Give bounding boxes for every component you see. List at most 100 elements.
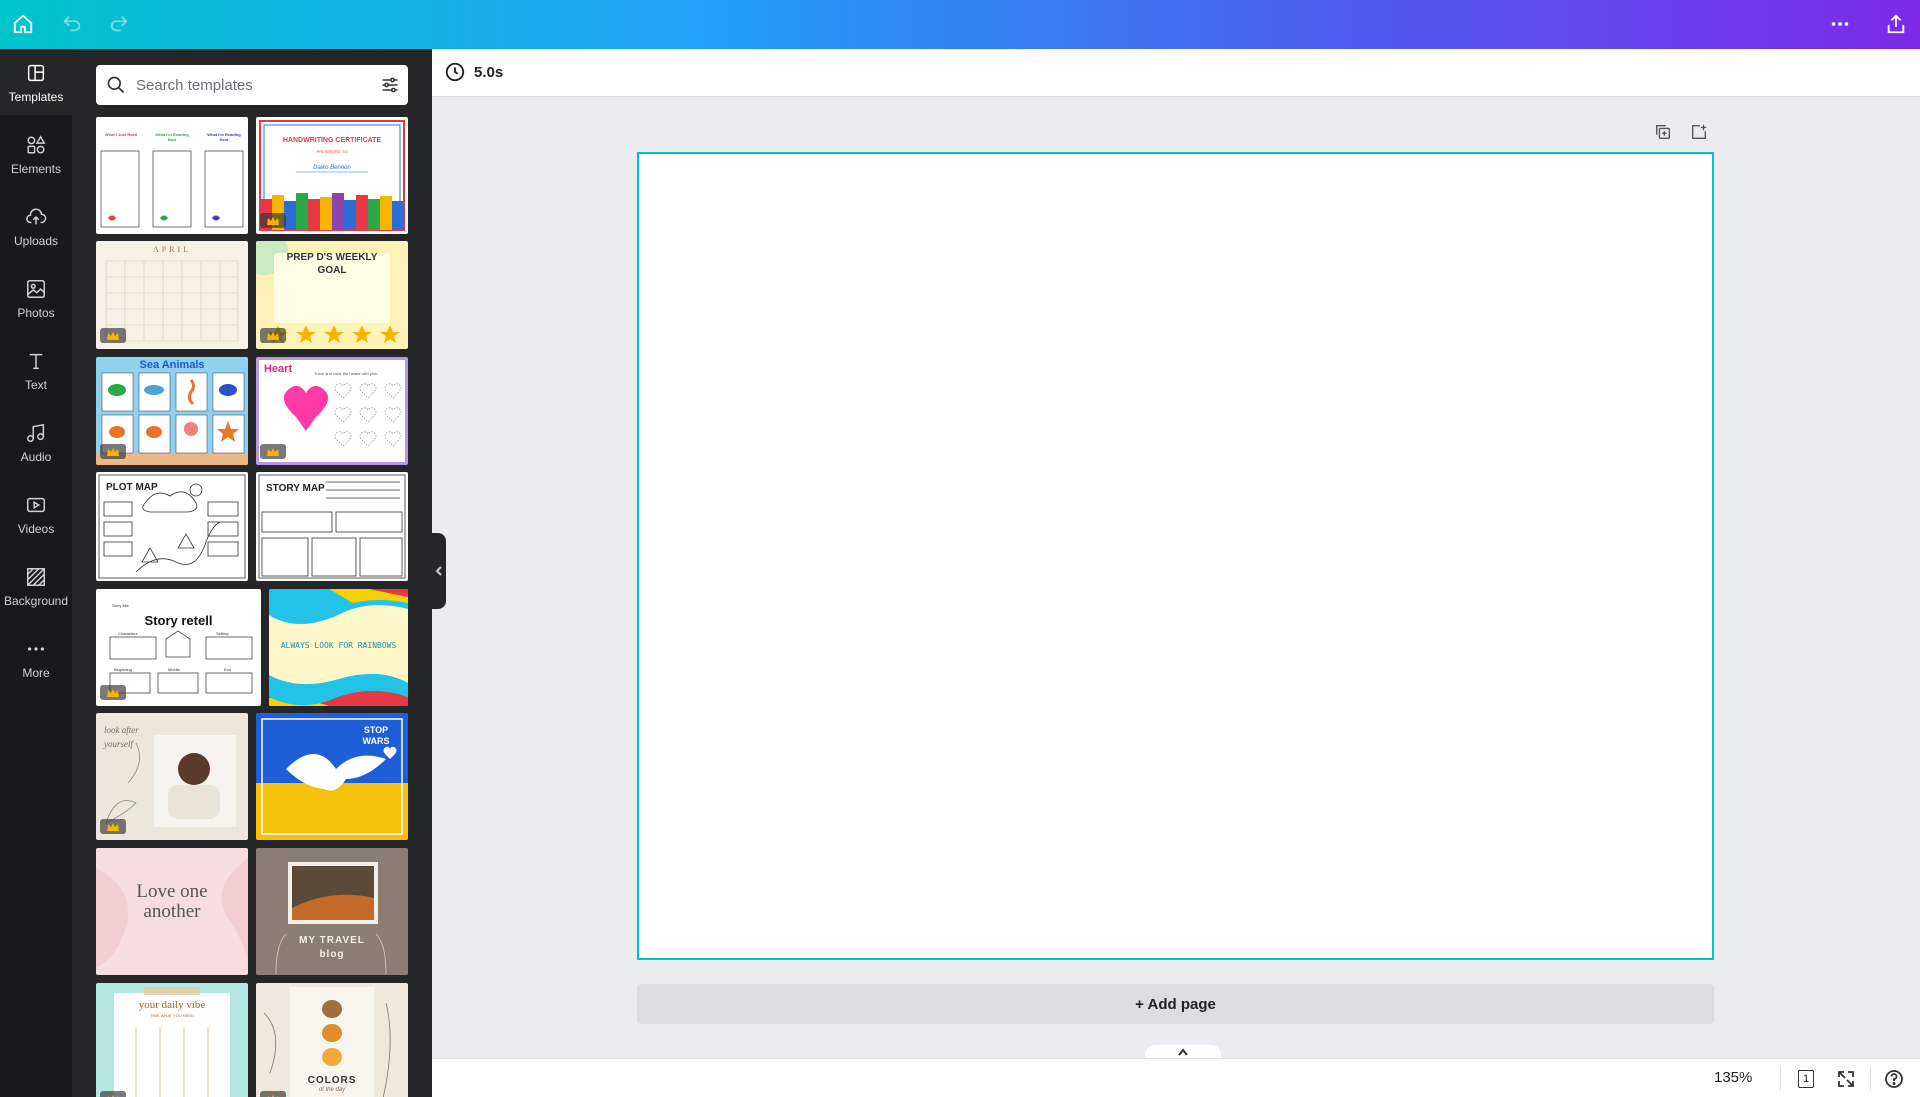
page-tools-add: [1690, 123, 1710, 143]
videos-icon: [27, 497, 45, 513]
template-daily-vibe[interactable]: your daily vibe TIME WHAT YOU NEED: [96, 983, 248, 1097]
template-title: Story retell: [144, 613, 213, 628]
share-icon[interactable]: [1884, 12, 1908, 36]
rail-item-background[interactable]: Background: [0, 555, 72, 619]
elements-icon: [27, 135, 46, 154]
rail-item-label: Audio: [20, 450, 52, 464]
template-subtitle: TIME WHAT YOU NEED: [149, 1013, 194, 1018]
bottom-bar: 135% 1: [432, 1058, 1920, 1097]
rail-item-videos[interactable]: Videos: [0, 483, 72, 547]
rail-item-photos[interactable]: Photos: [0, 267, 72, 331]
search-box: [96, 65, 408, 105]
divider: [1780, 1067, 1781, 1091]
rail-item-label: Elements: [10, 162, 62, 176]
template-title: ALWAYS LOOK FOR RAINBOWS: [280, 641, 397, 650]
templates-icon: [27, 64, 45, 82]
template-weekly-goal[interactable]: PREP D'S WEEKLY GOAL: [256, 241, 408, 349]
template-love-one-another[interactable]: Love one another: [96, 848, 248, 975]
undo-icon[interactable]: [60, 12, 84, 36]
page-count-button[interactable]: 1: [1794, 1067, 1818, 1091]
audio-icon: [27, 423, 45, 442]
page-count: 1: [1798, 1070, 1814, 1088]
photos-icon: [27, 280, 45, 298]
template-handwriting-certificate[interactable]: HANDWRITING CERTIFICATE PRESENTED TO Dai…: [256, 117, 408, 234]
template-title: APRIL: [152, 245, 192, 254]
zoom-level[interactable]: 135%: [1714, 1069, 1752, 1086]
add-page-icon[interactable]: [1690, 123, 1710, 143]
premium-crown-icon: [100, 685, 126, 700]
add-page-button[interactable]: + Add page: [637, 984, 1714, 1024]
rail-item-more[interactable]: More: [0, 627, 72, 691]
premium-crown-icon: [100, 444, 126, 459]
editor-toolbar: 5.0s: [432, 49, 1920, 97]
template-story-map[interactable]: STORY MAP: [256, 472, 408, 581]
rail-item-text[interactable]: Text: [0, 339, 72, 403]
template-subtitle: Trace and color the hearts with pink.: [314, 371, 379, 376]
rail-item-audio[interactable]: Audio: [0, 411, 72, 475]
template-always-look-for-rainbows[interactable]: ALWAYS LOOK FOR RAINBOWS: [269, 589, 408, 706]
template-story-retell[interactable]: Story title Story retell Characters Sett…: [96, 589, 261, 706]
template-my-travel-blog[interactable]: MY TRAVEL blog: [256, 848, 408, 975]
fullscreen-icon[interactable]: [1834, 1067, 1858, 1091]
top-bar: [0, 0, 1920, 49]
premium-crown-icon: [260, 444, 286, 459]
template-sea-animals[interactable]: Sea Animals: [96, 357, 248, 465]
template-title: look after yourself: [104, 725, 139, 749]
duration-label: 5.0s: [474, 63, 504, 81]
left-rail: Templates Elements Uploads Photos Text A…: [0, 49, 72, 1097]
more-options-icon[interactable]: [1828, 12, 1852, 36]
template-look-after-yourself[interactable]: look after yourself: [96, 713, 248, 840]
template-stop-wars[interactable]: STOP WARS: [256, 713, 408, 840]
rail-item-label: Videos: [17, 522, 55, 536]
rail-item-uploads[interactable]: Uploads: [0, 195, 72, 259]
template-title: Love one another: [136, 881, 208, 922]
background-icon: [27, 568, 45, 586]
template-text: What I'm Reading Next: [207, 132, 241, 142]
duplicate-page-icon[interactable]: [1654, 123, 1674, 143]
search-input[interactable]: [136, 76, 372, 94]
rail-item-label: More: [22, 666, 50, 680]
show-pages-button[interactable]: [1145, 1045, 1221, 1059]
template-heart-tracing[interactable]: Heart Trace and color the hearts with pi…: [256, 357, 408, 465]
template-plot-map[interactable]: PLOT MAP: [96, 472, 248, 581]
page-tools: [1654, 123, 1674, 143]
rail-item-label: Templates: [8, 90, 64, 104]
template-colors-of-the-day[interactable]: COLORS of the day: [256, 983, 408, 1097]
rail-item-elements[interactable]: Elements: [0, 123, 72, 187]
search-icon: [96, 75, 136, 95]
template-title: STOP WARS: [362, 725, 390, 746]
clock-icon: [445, 62, 465, 82]
template-title: HANDWRITING CERTIFICATE: [282, 137, 382, 144]
redo-icon[interactable]: [107, 12, 131, 36]
design-canvas[interactable]: [637, 152, 1714, 960]
template-title: Sea Animals: [139, 359, 205, 371]
rail-item-label: Background: [3, 594, 69, 608]
duration-button[interactable]: 5.0s: [444, 61, 503, 83]
text-icon: [29, 353, 43, 370]
template-name: Daiko Bennon: [313, 165, 351, 171]
template-text: Middle: [168, 667, 180, 672]
template-title: PLOT MAP: [106, 482, 158, 493]
collapse-panel-button[interactable]: [432, 533, 446, 609]
premium-crown-icon: [260, 213, 286, 228]
filter-icon[interactable]: [372, 75, 408, 95]
template-text: Beginning: [114, 667, 132, 672]
template-text: Story title: [112, 603, 129, 608]
template-text: What I'm Reading Now: [155, 132, 189, 142]
template-april-calendar[interactable]: APRIL: [96, 241, 248, 349]
template-text: Characters: [118, 631, 138, 636]
template-title: PREP D'S WEEKLY GOAL: [286, 252, 378, 276]
help-icon[interactable]: [1882, 1067, 1906, 1091]
premium-crown-icon: [100, 1091, 126, 1097]
template-title: STORY MAP: [266, 483, 325, 494]
templates-panel: What I Just Read What I'm Reading Now Wh…: [72, 49, 432, 1097]
home-icon[interactable]: [11, 12, 35, 36]
rail-item-label: Text: [24, 378, 47, 392]
template-text: Setting: [216, 631, 229, 636]
divider: [1870, 1067, 1871, 1091]
rail-item-label: Uploads: [13, 234, 59, 248]
template-reading-log[interactable]: What I Just Read What I'm Reading Now Wh…: [96, 117, 248, 234]
template-title: Heart: [264, 363, 293, 375]
rail-item-label: Photos: [17, 306, 55, 320]
rail-item-templates[interactable]: Templates: [0, 51, 72, 115]
